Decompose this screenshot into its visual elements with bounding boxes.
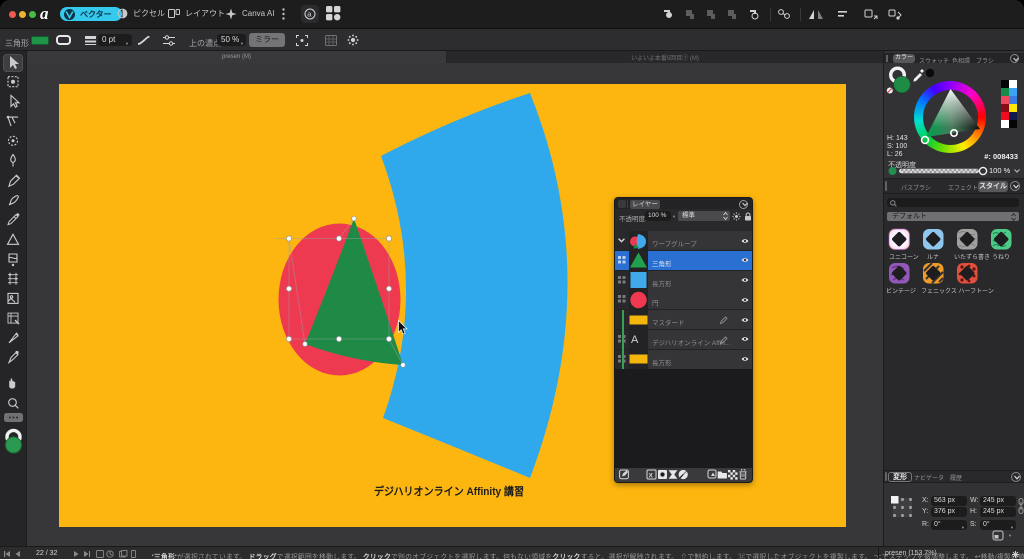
svg-text:a: a bbox=[40, 5, 49, 23]
svg-text:A: A bbox=[631, 334, 639, 346]
svg-text:a: a bbox=[307, 10, 312, 19]
svg-text:X: X bbox=[649, 472, 654, 479]
svg-text:デジハリオンライン Affinity 講習: デジハリオンライン Affinity 講習 bbox=[374, 484, 524, 498]
